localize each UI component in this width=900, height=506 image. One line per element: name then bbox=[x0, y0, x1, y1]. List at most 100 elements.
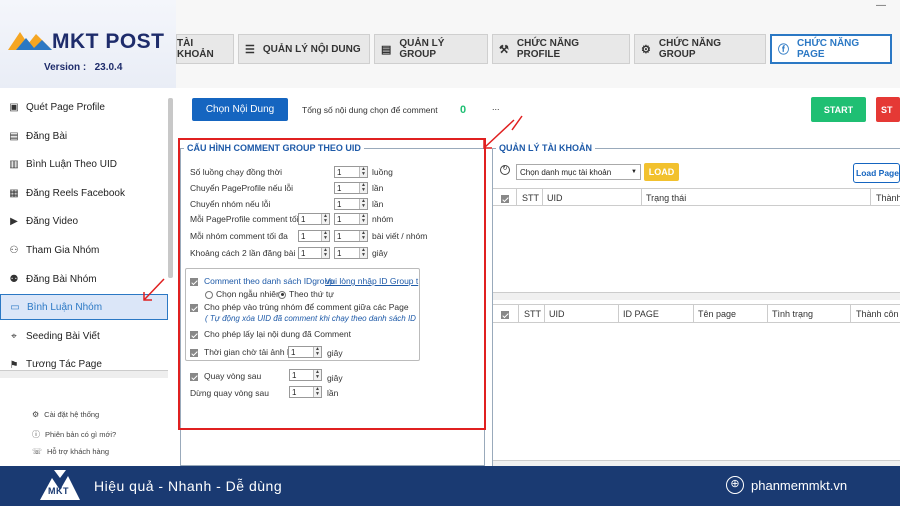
uid-list-checkbox[interactable] bbox=[190, 277, 198, 286]
logo-area: MKT POST Version : 23.0.4 bbox=[0, 0, 176, 88]
group-icon: ⚇ bbox=[9, 244, 19, 256]
loop-option[interactable]: Quay vòng sau bbox=[190, 371, 261, 381]
sidebar-hscroll[interactable] bbox=[0, 370, 168, 378]
settings-link[interactable]: ⚙ Cài đặt hệ thống bbox=[32, 410, 99, 419]
sidebar-item-tham-gia-nhom[interactable]: ⚇ Tham Gia Nhóm bbox=[0, 236, 168, 264]
sidebar: MKT POST Version : 23.0.4 ▣ Quét Page Pro… bbox=[0, 0, 176, 466]
mkt-logo-icon bbox=[8, 32, 52, 50]
whats-new-link[interactable]: ⓘ Phiên bản có gì mới? bbox=[32, 429, 116, 440]
minimize-button[interactable]: — bbox=[876, 0, 886, 11]
sidebar-item-label: Bình Luận Nhóm bbox=[27, 301, 103, 313]
order-radio[interactable] bbox=[278, 290, 286, 299]
wait-image-option[interactable]: Thời gian chờ tải ảnh lên bbox=[190, 347, 298, 357]
allow-repeat-option[interactable]: Cho phép lấy lại nội dung đã Comment bbox=[190, 329, 351, 339]
sidebar-item-quet-page-profile[interactable]: ▣ Quét Page Profile bbox=[0, 93, 168, 121]
category-select[interactable]: Chọn danh mục tài khoản ▼ bbox=[516, 164, 641, 180]
sidebar-item-dang-reels[interactable]: ▦ Đăng Reels Facebook bbox=[0, 179, 168, 207]
app-name: MKT POST bbox=[52, 30, 165, 53]
switch-profile-label: Chuyển PageProfile nếu lỗi bbox=[190, 183, 294, 193]
switch-group-unit: lần bbox=[372, 199, 384, 209]
wait-image-spinner[interactable]: 1 ▲ ▼ bbox=[288, 346, 322, 358]
tab-quan-ly-group[interactable]: ▤ QUẢN LÝ GROUP bbox=[374, 34, 488, 64]
max-comments-label: Mỗi PageProfile comment tối đa bbox=[190, 214, 311, 224]
footer-logo-text: MKT bbox=[48, 486, 69, 496]
sidebar-item-binh-luan-uid[interactable]: ▥ Bình Luận Theo UID bbox=[0, 150, 168, 178]
sidebar-item-label: Seeding Bài Viết bbox=[26, 330, 100, 342]
pages-select-all[interactable] bbox=[501, 309, 515, 319]
tab-tai-khoan[interactable]: TÀI KHOẢN bbox=[176, 34, 234, 64]
config-title: CẤU HÌNH COMMENT GROUP THEO UID bbox=[184, 143, 364, 153]
topbar: — TÀI KHOẢN ☰ QUẢN LÝ NỘI DUNG ▤ QUẢN LÝ G… bbox=[176, 0, 900, 88]
uid-list-link[interactable]: Vui lòng nhập ID Group t bbox=[325, 276, 419, 286]
interval-to[interactable]: 1 ▲ ▼ bbox=[334, 247, 368, 259]
more-dots: ... bbox=[492, 102, 500, 112]
sidebar-item-seeding[interactable]: ⌖ Seeding Bài Viết bbox=[0, 322, 168, 350]
group-post-icon: ⚉ bbox=[9, 273, 19, 285]
random-radio[interactable] bbox=[205, 290, 213, 299]
refresh-icon[interactable]: ↻ bbox=[500, 165, 510, 175]
loop-checkbox[interactable] bbox=[190, 372, 198, 381]
accounts-table-hscroll[interactable] bbox=[493, 292, 900, 300]
switch-group-spinner[interactable]: 1 ▲ ▼ bbox=[334, 198, 368, 210]
version-value: 23.0.4 bbox=[94, 62, 123, 73]
loop-spinner[interactable]: 1 ▲ ▼ bbox=[289, 369, 322, 381]
sidebar-item-label: Bình Luận Theo UID bbox=[26, 158, 117, 170]
footer-website[interactable]: phanmemmkt.vn bbox=[751, 478, 847, 493]
tab-chuc-nang-page[interactable]: ⓕ CHỨC NĂNG PAGE bbox=[770, 34, 892, 64]
group-max-to[interactable]: 1 ▲ ▼ bbox=[334, 230, 368, 242]
version-label: Version : 23.0.4 bbox=[44, 62, 123, 73]
allow-repeat-checkbox[interactable] bbox=[190, 330, 198, 339]
sidebar-item-dang-bai[interactable]: ▤ Đăng Bài bbox=[0, 122, 168, 150]
threads-spinner[interactable]: 1 ▲ ▼ bbox=[334, 166, 368, 178]
support-icon: ☏ bbox=[32, 447, 43, 456]
auto-remove-note: ( Tự động xóa UID đã comment khi chạy th… bbox=[205, 314, 416, 323]
table-header-uid: UID bbox=[547, 193, 563, 203]
reels-icon: ▦ bbox=[9, 187, 19, 199]
switch-profile-spinner[interactable]: 1 ▲ ▼ bbox=[334, 182, 368, 194]
uid-list-option[interactable]: Comment theo danh sách IDgroup bbox=[190, 276, 334, 286]
table-icon: ▤ bbox=[381, 43, 392, 56]
sidebar-item-dang-video[interactable]: ▶ Đăng Video bbox=[0, 207, 168, 235]
threads-label: Số luồng chạy đồng thời bbox=[190, 167, 283, 177]
support-link[interactable]: ☏ Hỗ trợ khách hàng bbox=[32, 447, 109, 456]
allow-same-group-option[interactable]: Cho phép vào trùng nhóm để comment giữa … bbox=[190, 302, 409, 312]
tab-quan-ly-noi-dung[interactable]: ☰ QUẢN LÝ NỘI DUNG bbox=[238, 34, 370, 64]
footer-banner: MKT Hiệu quả - Nhanh - Dễ dùng ⊕ phanmem… bbox=[0, 466, 900, 506]
allow-same-group-checkbox[interactable] bbox=[190, 303, 198, 312]
choose-content-button[interactable]: Chọn Nội Dung bbox=[192, 98, 288, 121]
stop-button[interactable]: ST bbox=[876, 97, 900, 122]
list-icon: ☰ bbox=[245, 43, 255, 56]
random-option[interactable]: Chọn ngẫu nhiên bbox=[205, 289, 281, 299]
pages-header-name: Tên page bbox=[698, 309, 737, 319]
sidebar-item-label: Đăng Video bbox=[26, 215, 79, 227]
sidebar-item-label: Tham Gia Nhóm bbox=[26, 244, 100, 256]
pages-header-uid: UID bbox=[549, 309, 565, 319]
video-icon: ▶ bbox=[10, 215, 18, 227]
sidebar-scrollbar[interactable] bbox=[168, 98, 173, 278]
load-page-button[interactable]: Load Page bbox=[853, 163, 900, 183]
accounts-title: QUẢN LÝ TÀI KHOẢN bbox=[496, 143, 595, 153]
start-button[interactable]: START bbox=[811, 97, 866, 122]
post-icon: ▤ bbox=[9, 130, 19, 142]
load-button[interactable]: LOAD bbox=[644, 163, 679, 181]
max-comments-from[interactable]: 1 ▲ ▼ bbox=[298, 213, 330, 225]
switch-group-label: Chuyển nhóm nếu lỗi bbox=[190, 199, 271, 209]
sidebar-item-tuong-tac-page[interactable]: ⚑ Tương Tác Page bbox=[0, 351, 168, 369]
interval-from[interactable]: 1 ▲ ▼ bbox=[298, 247, 330, 259]
accounts-select-all[interactable] bbox=[501, 193, 515, 203]
switch-profile-unit: lần bbox=[372, 183, 384, 193]
wait-image-unit: giây bbox=[327, 348, 343, 358]
stop-loop-spinner[interactable]: 1 ▲ ▼ bbox=[289, 386, 322, 398]
threads-unit: luồng bbox=[372, 167, 393, 177]
pages-header-id-page: ID PAGE bbox=[623, 309, 659, 319]
sidebar-item-label: Tương Tác Page bbox=[26, 359, 102, 369]
gear-icon: ⚙ bbox=[32, 410, 40, 419]
order-option[interactable]: Theo thứ tự bbox=[278, 289, 334, 299]
group-max-from[interactable]: 1 ▲ ▼ bbox=[298, 230, 330, 242]
tab-chuc-nang-group[interactable]: ⚙ CHỨC NĂNG GROUP bbox=[634, 34, 766, 64]
tab-chuc-nang-profile[interactable]: ⚒ CHỨC NĂNG PROFILE bbox=[492, 34, 630, 64]
chevron-down-icon: ▼ bbox=[631, 169, 637, 175]
max-comments-to[interactable]: 1 ▲ ▼ bbox=[334, 213, 368, 225]
comment-icon: ▥ bbox=[9, 158, 19, 170]
wait-image-checkbox[interactable] bbox=[190, 348, 198, 357]
